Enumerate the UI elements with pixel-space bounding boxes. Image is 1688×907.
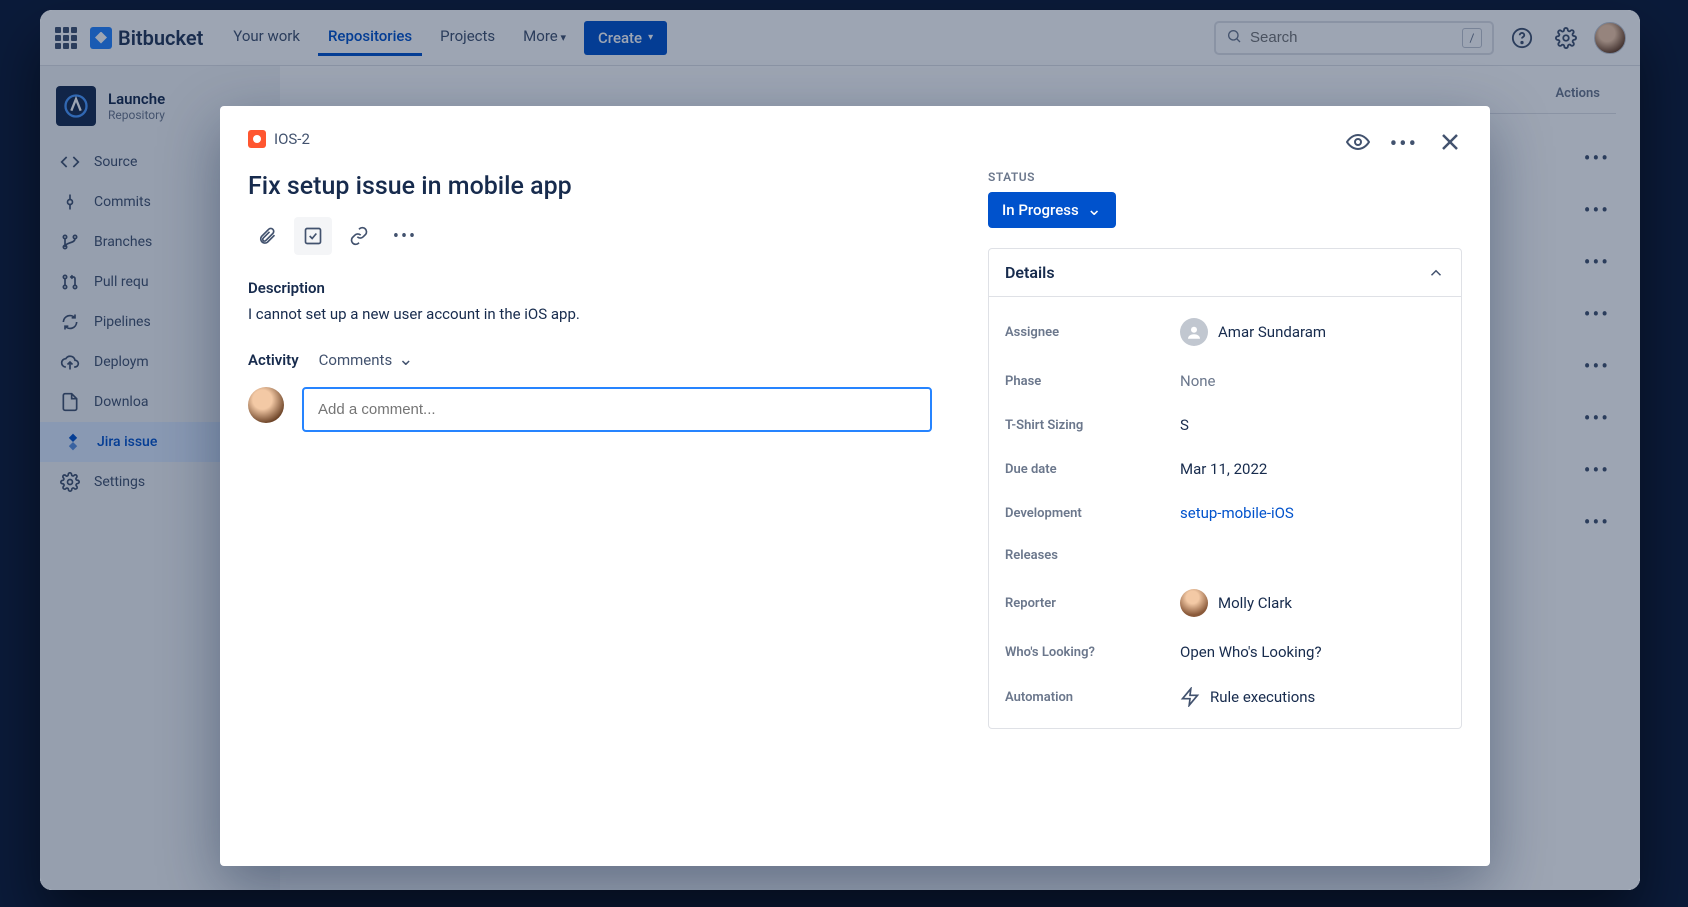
attachment-icon [257,226,277,246]
detail-phase[interactable]: Phase None [1005,359,1445,403]
activity-filter[interactable]: Comments [319,351,414,369]
detail-assignee[interactable]: Assignee Amar Sundaram [1005,305,1445,359]
issue-type-bug-icon [248,130,266,148]
status-label: STATUS [988,170,1462,184]
link-icon [349,226,369,246]
detail-development[interactable]: Development setup-mobile-iOS [1005,491,1445,535]
add-subtask-button[interactable] [294,217,332,255]
details-header-title: Details [1005,263,1055,282]
comment-input[interactable] [302,387,932,432]
checklist-icon [303,226,323,246]
issue-key: IOS-2 [274,130,310,148]
close-icon[interactable] [1438,130,1462,158]
detail-due-date[interactable]: Due date Mar 11, 2022 [1005,447,1445,491]
detail-automation[interactable]: Automation Rule executions [1005,674,1445,720]
issue-breadcrumb[interactable]: IOS-2 [248,130,310,148]
bolt-icon [1180,687,1200,707]
description-text[interactable]: I cannot set up a new user account in th… [248,305,932,323]
attach-button[interactable] [248,217,286,255]
current-user-avatar [248,387,284,423]
more-actions-icon[interactable]: ••• [1390,132,1418,157]
description-label: Description [248,279,932,297]
watch-icon[interactable] [1346,130,1370,158]
more-icon: ••• [393,226,417,247]
details-panel: Details Assignee Amar Sundaram [988,248,1462,729]
details-toggle[interactable]: Details [989,249,1461,297]
link-button[interactable] [340,217,378,255]
assignee-avatar [1180,318,1208,346]
detail-reporter[interactable]: Reporter Molly Clark [1005,576,1445,630]
reporter-avatar [1180,589,1208,617]
detail-tshirt[interactable]: T-Shirt Sizing S [1005,403,1445,447]
detail-whos-looking[interactable]: Who's Looking? Open Who's Looking? [1005,630,1445,674]
chevron-up-icon [1427,264,1445,282]
more-toolbar-button[interactable]: ••• [386,217,424,255]
issue-modal: IOS-2 ••• Fix setup issue in mobile app [220,106,1490,866]
issue-title[interactable]: Fix setup issue in mobile app [248,172,932,201]
activity-label: Activity [248,351,299,369]
detail-releases[interactable]: Releases [1005,535,1445,576]
status-dropdown[interactable]: In Progress [988,192,1116,228]
issue-toolbar: ••• [248,217,932,255]
